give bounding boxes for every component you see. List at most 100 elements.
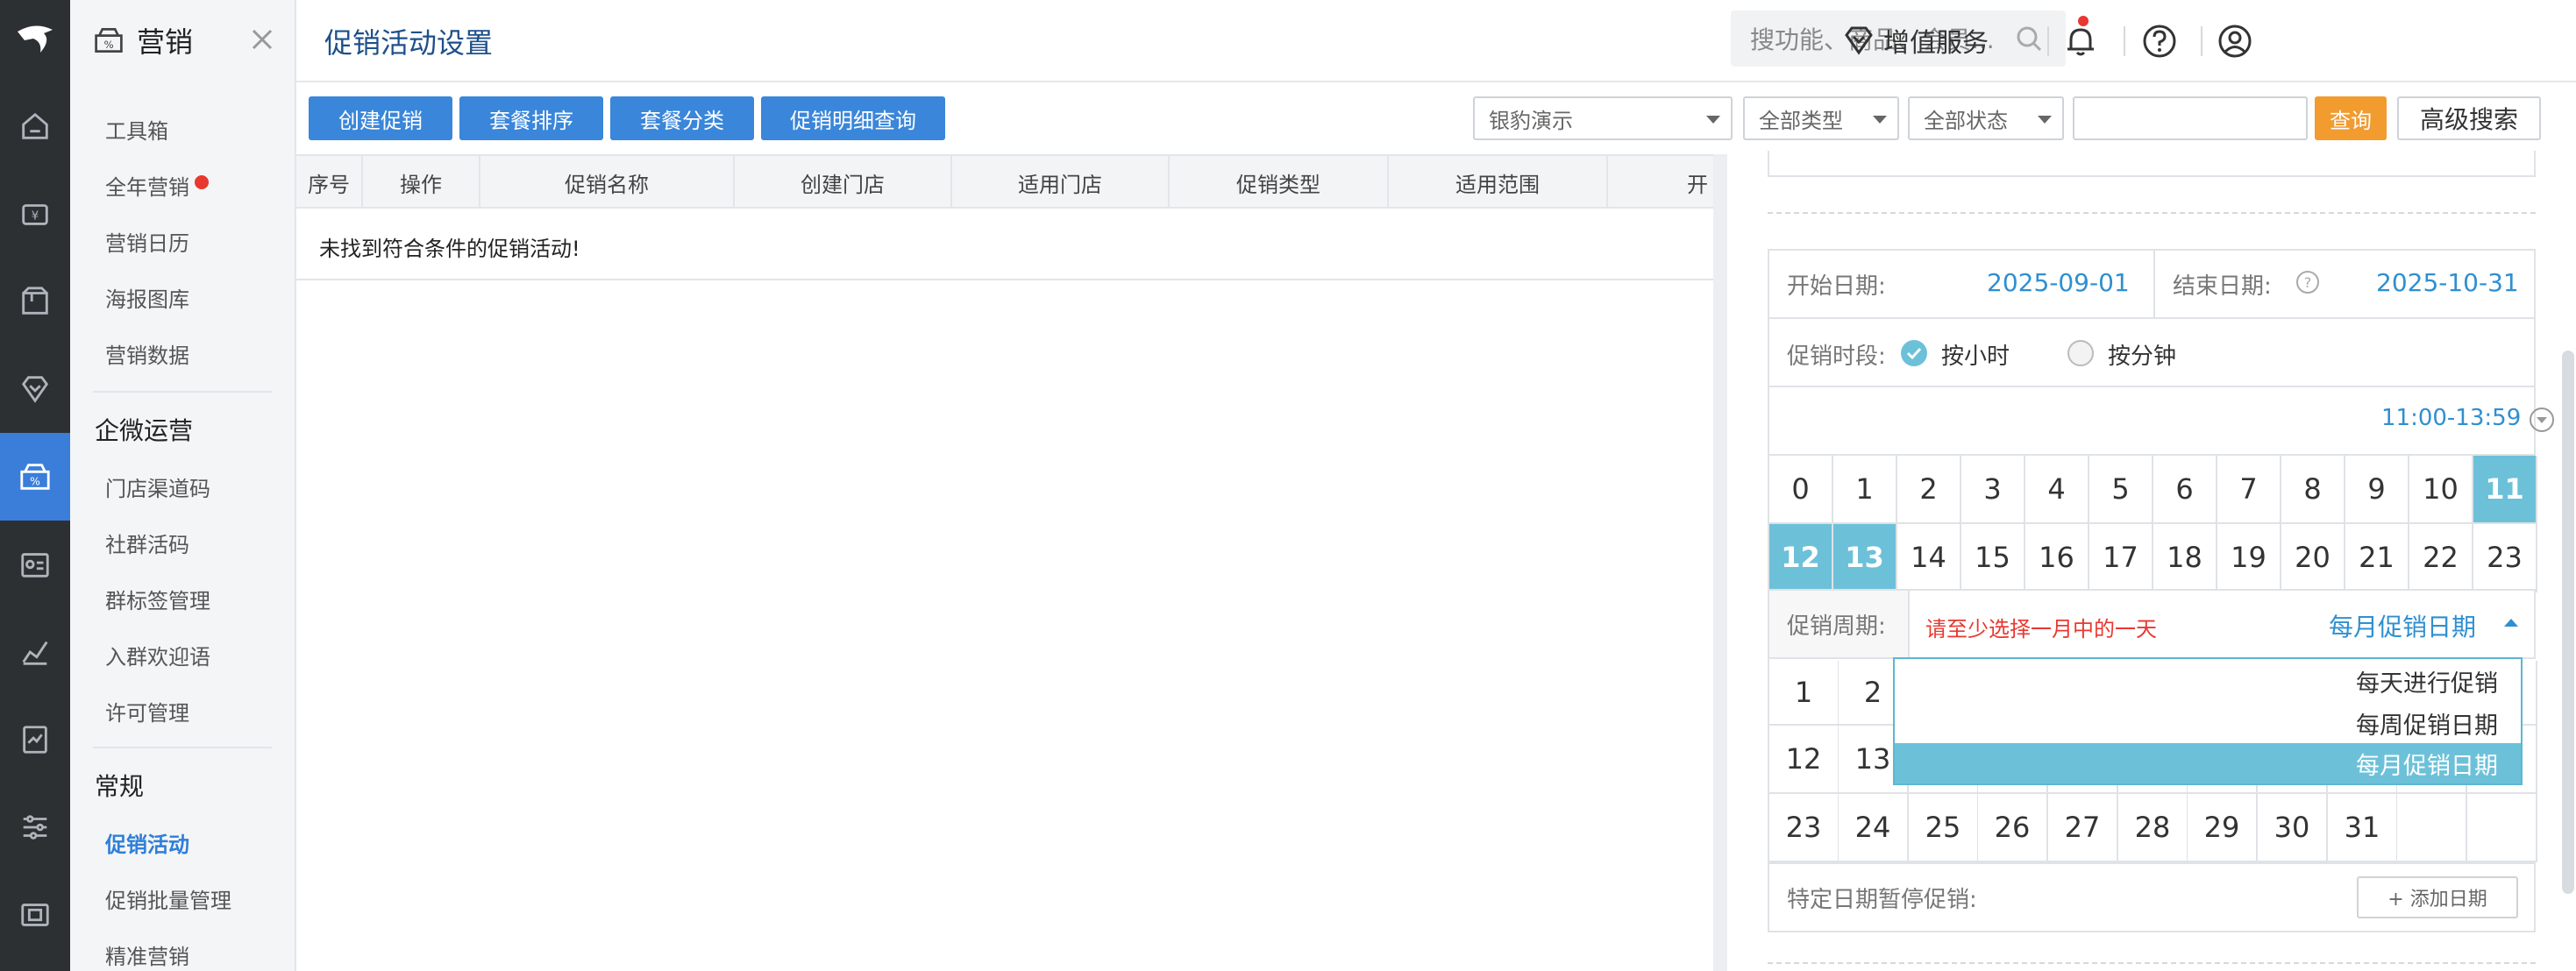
sidebar-item-poster-library[interactable]: 海报图库 bbox=[105, 282, 189, 313]
hour-cell[interactable]: 21 bbox=[2345, 524, 2409, 592]
hour-cell[interactable]: 0 bbox=[1769, 456, 1833, 524]
hour-cell[interactable]: 22 bbox=[2409, 524, 2473, 592]
rail-product-icon[interactable] bbox=[0, 258, 70, 345]
hour-cell[interactable]: 9 bbox=[2345, 456, 2409, 524]
rail-device-icon[interactable] bbox=[0, 871, 70, 959]
sidebar-item-marketing-data[interactable]: 营销数据 bbox=[105, 338, 189, 369]
hour-cell[interactable]: 8 bbox=[2281, 456, 2345, 524]
column-header[interactable]: 适用范围 bbox=[1389, 156, 1608, 209]
rail-settings-icon[interactable] bbox=[0, 783, 70, 871]
hour-cell[interactable]: 3 bbox=[1961, 456, 2025, 524]
cycle-value[interactable]: 每月促销日期 bbox=[2329, 608, 2476, 643]
end-date-input[interactable]: 2025-10-31 bbox=[2376, 268, 2519, 297]
hour-cell[interactable]: 1 bbox=[1833, 456, 1897, 524]
day-cell[interactable]: 30 bbox=[2258, 794, 2328, 862]
sidebar-item-promotion[interactable]: 促销活动 bbox=[105, 827, 189, 858]
promotion-detail-query-button[interactable]: 促销明细查询 bbox=[761, 96, 945, 140]
time-range-value: 11:00-13:59 bbox=[2381, 405, 2522, 431]
column-header[interactable]: 促销类型 bbox=[1170, 156, 1389, 209]
collapse-icon[interactable] bbox=[2529, 407, 2555, 433]
hour-cell[interactable]: 11 bbox=[2473, 456, 2537, 524]
day-cell[interactable]: 29 bbox=[2188, 794, 2258, 862]
column-header[interactable]: 适用门店 bbox=[952, 156, 1170, 209]
store-select[interactable]: 银豹演示 bbox=[1473, 96, 1733, 140]
column-header[interactable]: 序号 bbox=[296, 156, 363, 209]
rail-report-icon[interactable] bbox=[0, 608, 70, 696]
hour-cell[interactable]: 15 bbox=[1961, 524, 2025, 592]
day-cell[interactable]: 25 bbox=[1909, 794, 1979, 862]
day-cell[interactable]: 12 bbox=[1769, 726, 1839, 794]
type-select[interactable]: 全部类型 bbox=[1743, 96, 1899, 140]
rail-marketing-icon[interactable]: % bbox=[0, 433, 70, 521]
hour-cell[interactable]: 14 bbox=[1897, 524, 1961, 592]
advanced-search-button[interactable]: 高级搜索 bbox=[2397, 96, 2541, 140]
value-service-button[interactable]: 增值服务 bbox=[1841, 19, 1989, 61]
hour-cell[interactable]: 4 bbox=[2025, 456, 2089, 524]
day-cell[interactable]: 31 bbox=[2328, 794, 2398, 862]
radio-by-hour[interactable] bbox=[1901, 340, 1927, 366]
day-cell[interactable] bbox=[2467, 794, 2537, 862]
sidebar-item-toolbox[interactable]: 工具箱 bbox=[105, 114, 168, 145]
cycle-option-daily[interactable]: 每天进行促销 bbox=[1895, 661, 2521, 701]
sidebar-item-license[interactable]: 许可管理 bbox=[105, 696, 189, 726]
hour-cell[interactable]: 2 bbox=[1897, 456, 1961, 524]
day-cell[interactable]: 28 bbox=[2118, 794, 2188, 862]
add-date-button[interactable]: + 添加日期 bbox=[2357, 876, 2518, 918]
package-category-button[interactable]: 套餐分类 bbox=[610, 96, 754, 140]
day-cell[interactable] bbox=[2397, 794, 2467, 862]
day-cell[interactable]: 27 bbox=[2048, 794, 2118, 862]
hour-cell[interactable]: 23 bbox=[2473, 524, 2537, 592]
hour-cell[interactable]: 6 bbox=[2153, 456, 2217, 524]
sidebar-item-marketing-calendar[interactable]: 营销日历 bbox=[105, 226, 189, 257]
help-icon[interactable]: ? bbox=[2295, 270, 2320, 294]
column-header[interactable]: 促销名称 bbox=[480, 156, 735, 209]
hour-cell[interactable]: 12 bbox=[1769, 524, 1833, 592]
day-cell[interactable]: 23 bbox=[1769, 794, 1839, 862]
column-header[interactable]: 开 bbox=[1608, 156, 1717, 209]
hour-cell[interactable]: 10 bbox=[2409, 456, 2473, 524]
rail-staff-icon[interactable] bbox=[0, 521, 70, 608]
rail-document-icon[interactable] bbox=[0, 696, 70, 783]
day-cell[interactable]: 26 bbox=[1978, 794, 2048, 862]
hour-cell[interactable]: 19 bbox=[2217, 524, 2281, 592]
scrollbar[interactable] bbox=[2562, 351, 2574, 894]
hour-cell[interactable]: 18 bbox=[2153, 524, 2217, 592]
hour-cell[interactable]: 17 bbox=[2089, 524, 2153, 592]
bell-icon[interactable] bbox=[2062, 23, 2099, 60]
help-icon[interactable] bbox=[2141, 23, 2178, 60]
rail-home-icon[interactable] bbox=[0, 82, 70, 170]
sidebar-item-annual-marketing[interactable]: 全年营销 bbox=[105, 170, 209, 201]
package-sort-button[interactable]: 套餐排序 bbox=[459, 96, 603, 140]
hour-cell[interactable]: 20 bbox=[2281, 524, 2345, 592]
sidebar-item-batch-promotion[interactable]: 促销批量管理 bbox=[105, 883, 231, 914]
hour-cell[interactable]: 16 bbox=[2025, 524, 2089, 592]
user-avatar-icon[interactable] bbox=[2217, 23, 2253, 60]
start-date-input[interactable]: 2025-09-01 bbox=[1987, 268, 2130, 297]
status-select[interactable]: 全部状态 bbox=[1908, 96, 2064, 140]
day-cell[interactable]: 24 bbox=[1839, 794, 1909, 862]
hour-cell[interactable]: 13 bbox=[1833, 524, 1897, 592]
radio-by-minute[interactable] bbox=[2067, 340, 2094, 366]
rail-member-icon[interactable] bbox=[0, 345, 70, 433]
create-promotion-button[interactable]: 创建促销 bbox=[309, 96, 452, 140]
column-header[interactable]: 操作 bbox=[363, 156, 480, 209]
sidebar-item-precision-marketing[interactable]: 精准营销 bbox=[105, 939, 189, 970]
column-header[interactable]: 创建门店 bbox=[735, 156, 952, 209]
rail-cashier-icon[interactable]: ¥ bbox=[0, 170, 70, 258]
cycle-option-weekly[interactable]: 每周促销日期 bbox=[1895, 703, 2521, 743]
divider bbox=[2124, 26, 2125, 56]
search-icon[interactable] bbox=[2015, 25, 2043, 53]
sidebar-item-group-tag[interactable]: 群标签管理 bbox=[105, 584, 210, 614]
app-logo-icon[interactable] bbox=[9, 14, 61, 67]
sidebar-item-welcome-message[interactable]: 入群欢迎语 bbox=[105, 640, 210, 670]
sidebar-item-store-channel-code[interactable]: 门店渠道码 bbox=[105, 471, 210, 502]
query-button[interactable]: 查询 bbox=[2315, 96, 2387, 140]
hour-cell[interactable]: 7 bbox=[2217, 456, 2281, 524]
day-cell[interactable]: 1 bbox=[1769, 661, 1839, 726]
hour-cell[interactable]: 5 bbox=[2089, 456, 2153, 524]
cycle-option-monthly[interactable]: 每月促销日期 bbox=[1895, 743, 2521, 783]
close-icon[interactable] bbox=[249, 26, 275, 53]
chevron-up-icon[interactable] bbox=[2504, 619, 2518, 627]
sidebar-item-community-code[interactable]: 社群活码 bbox=[105, 528, 189, 558]
keyword-input[interactable] bbox=[2073, 96, 2308, 140]
